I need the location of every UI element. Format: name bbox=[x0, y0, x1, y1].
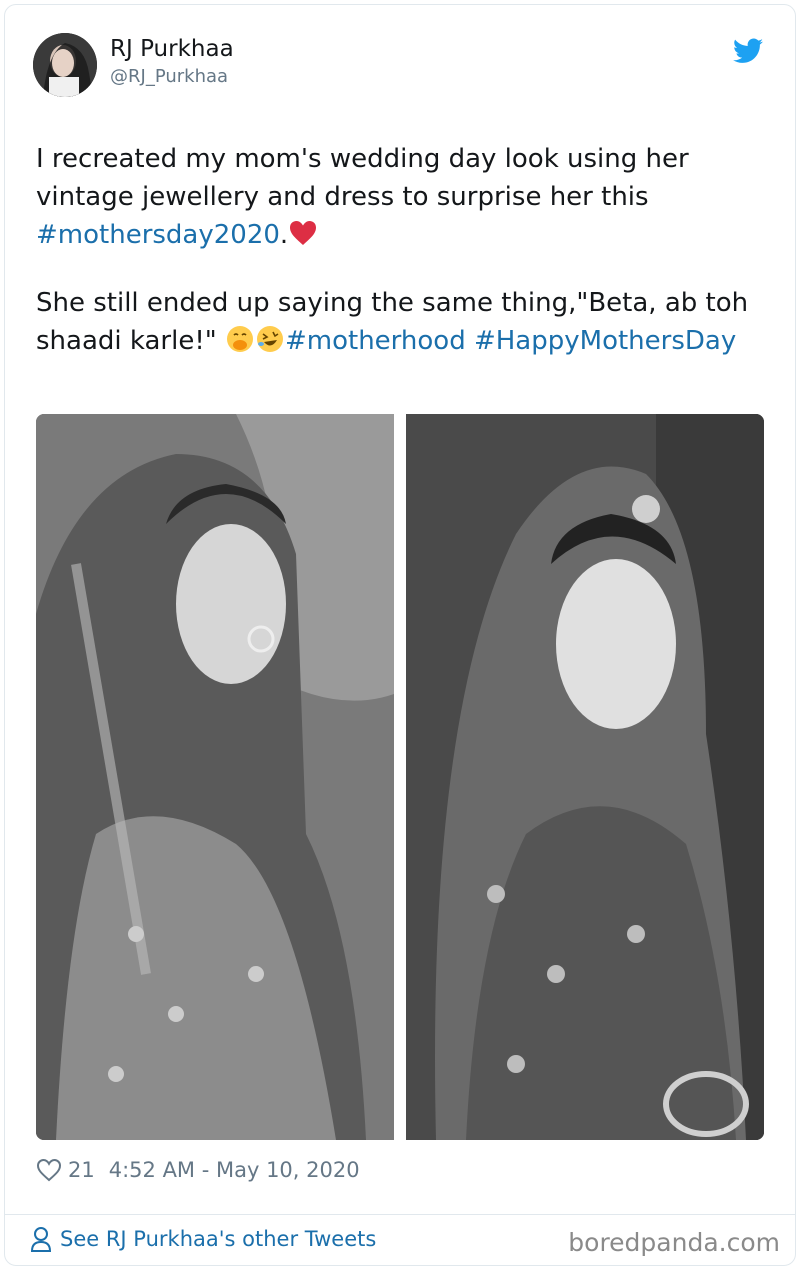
tweet-paragraph-1: I recreated my mom's wedding day look us… bbox=[36, 140, 766, 254]
tweet-text: I recreated my mom's wedding day look us… bbox=[36, 140, 766, 360]
photo-recreated-look[interactable] bbox=[36, 414, 394, 1140]
hashtag-happymothersday[interactable]: #HappyMothersDay bbox=[474, 326, 736, 356]
tweet-timestamp[interactable]: 4:52 AM - May 10, 2020 bbox=[109, 1158, 360, 1182]
photo-original-wedding[interactable] bbox=[406, 414, 764, 1140]
red-heart-emoji-icon bbox=[288, 218, 318, 248]
avatar[interactable] bbox=[33, 33, 97, 97]
user-handle[interactable]: @RJ_Purkhaa bbox=[110, 66, 228, 87]
hashtag-mothersday2020[interactable]: #mothersday2020 bbox=[36, 220, 280, 250]
see-other-tweets-label[interactable]: See RJ Purkhaa's other Tweets bbox=[60, 1227, 376, 1251]
twitter-bird-icon[interactable] bbox=[733, 38, 763, 64]
tweet-period: . bbox=[279, 220, 289, 250]
person-icon bbox=[30, 1226, 52, 1252]
like-count[interactable]: 21 bbox=[68, 1158, 95, 1182]
tweet-text-line1: I recreated my mom's wedding day look us… bbox=[36, 144, 689, 212]
see-other-tweets-link[interactable]: See RJ Purkhaa's other Tweets bbox=[30, 1226, 376, 1252]
face-with-hand-over-mouth-emoji-icon bbox=[225, 324, 255, 354]
footer-divider bbox=[4, 1214, 796, 1215]
display-name[interactable]: RJ Purkhaa bbox=[110, 36, 234, 62]
photo-divider bbox=[394, 414, 406, 1140]
rolling-on-floor-laughing-emoji-icon bbox=[255, 324, 285, 354]
hashtag-motherhood[interactable]: #motherhood bbox=[285, 326, 466, 356]
boredpanda-watermark: boredpanda.com bbox=[568, 1228, 780, 1257]
heart-outline-icon[interactable] bbox=[36, 1158, 62, 1182]
tweet-meta: 21 4:52 AM - May 10, 2020 bbox=[36, 1156, 360, 1184]
tweet-paragraph-2: She still ended up saying the same thing… bbox=[36, 284, 766, 360]
